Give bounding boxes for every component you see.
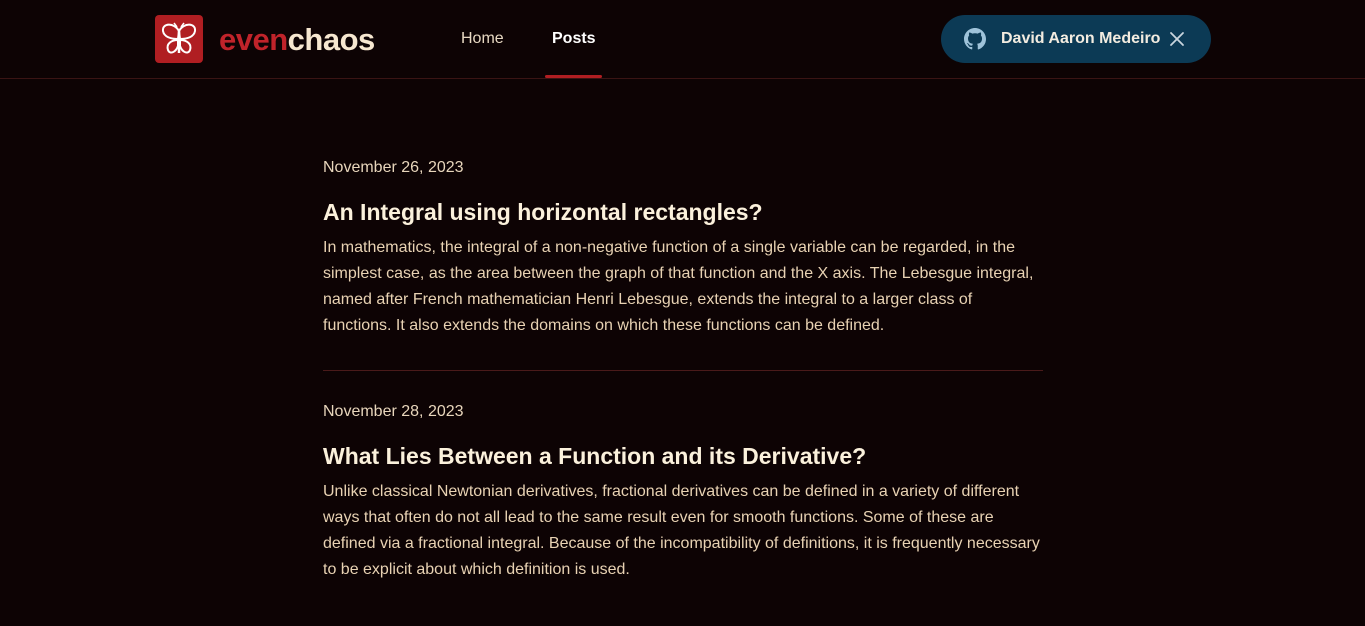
user-chip[interactable]: David Aaron Medeiro <box>941 15 1211 63</box>
brand-name[interactable]: evenchaos <box>219 22 375 58</box>
post-excerpt: Unlike classical Newtonian derivatives, … <box>323 483 1040 578</box>
brand-part-chaos: chaos <box>287 22 376 57</box>
post-item[interactable]: November 26, 2023 An Integral using hori… <box>323 158 1043 339</box>
post-date: November 28, 2023 <box>323 403 464 420</box>
close-icon[interactable] <box>1168 30 1186 48</box>
logo[interactable] <box>155 15 203 63</box>
butterfly-icon <box>161 22 197 54</box>
brand-part-even: even <box>219 22 288 57</box>
post-title[interactable]: An Integral using horizontal rectangles? <box>323 198 1043 226</box>
post-date: November 26, 2023 <box>323 159 464 176</box>
nav-posts[interactable]: Posts <box>552 29 596 49</box>
post-divider <box>323 370 1043 371</box>
user-name: David Aaron Medeiro <box>1001 30 1161 47</box>
nav-active-indicator <box>545 75 602 78</box>
github-icon <box>964 28 986 50</box>
post-item[interactable]: November 28, 2023 What Lies Between a Fu… <box>323 402 1043 583</box>
post-title[interactable]: What Lies Between a Function and its Der… <box>323 442 1043 470</box>
post-excerpt: In mathematics, the integral of a non-ne… <box>323 239 1034 334</box>
site-header: evenchaos Home Posts David Aaron Medeiro <box>0 0 1365 79</box>
nav-home[interactable]: Home <box>461 29 504 49</box>
